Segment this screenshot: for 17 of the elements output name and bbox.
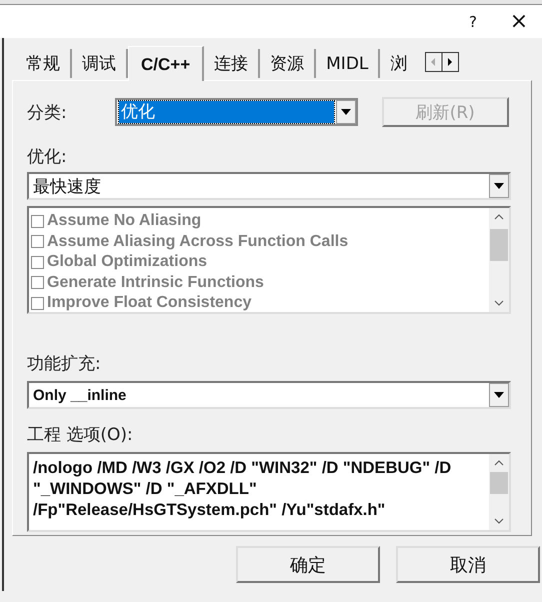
category-label: 分类:: [27, 102, 68, 124]
project-options-label: 工程 选项(O):: [27, 424, 134, 446]
tab[interactable]: C/C++: [128, 46, 204, 81]
cancel-button[interactable]: 取消: [396, 546, 540, 583]
inline-expansion-label: 功能扩充:: [27, 353, 102, 375]
tab[interactable]: 连接: [204, 49, 260, 78]
ok-button[interactable]: 确定: [236, 546, 380, 583]
inline-expansion-dropdown[interactable]: Only __inline: [27, 381, 511, 409]
category-dropdown[interactable]: 优化: [114, 98, 358, 126]
optimization-label: 优化:: [27, 146, 68, 168]
tab[interactable]: 浏: [380, 49, 422, 78]
tab[interactable]: MIDL: [316, 49, 380, 78]
tab[interactable]: 资源: [260, 49, 316, 78]
tab[interactable]: 常规: [16, 49, 72, 78]
close-button[interactable]: ×: [496, 6, 542, 36]
tab-scroll-buttons[interactable]: [425, 52, 460, 72]
help-button[interactable]: ?: [450, 6, 496, 36]
